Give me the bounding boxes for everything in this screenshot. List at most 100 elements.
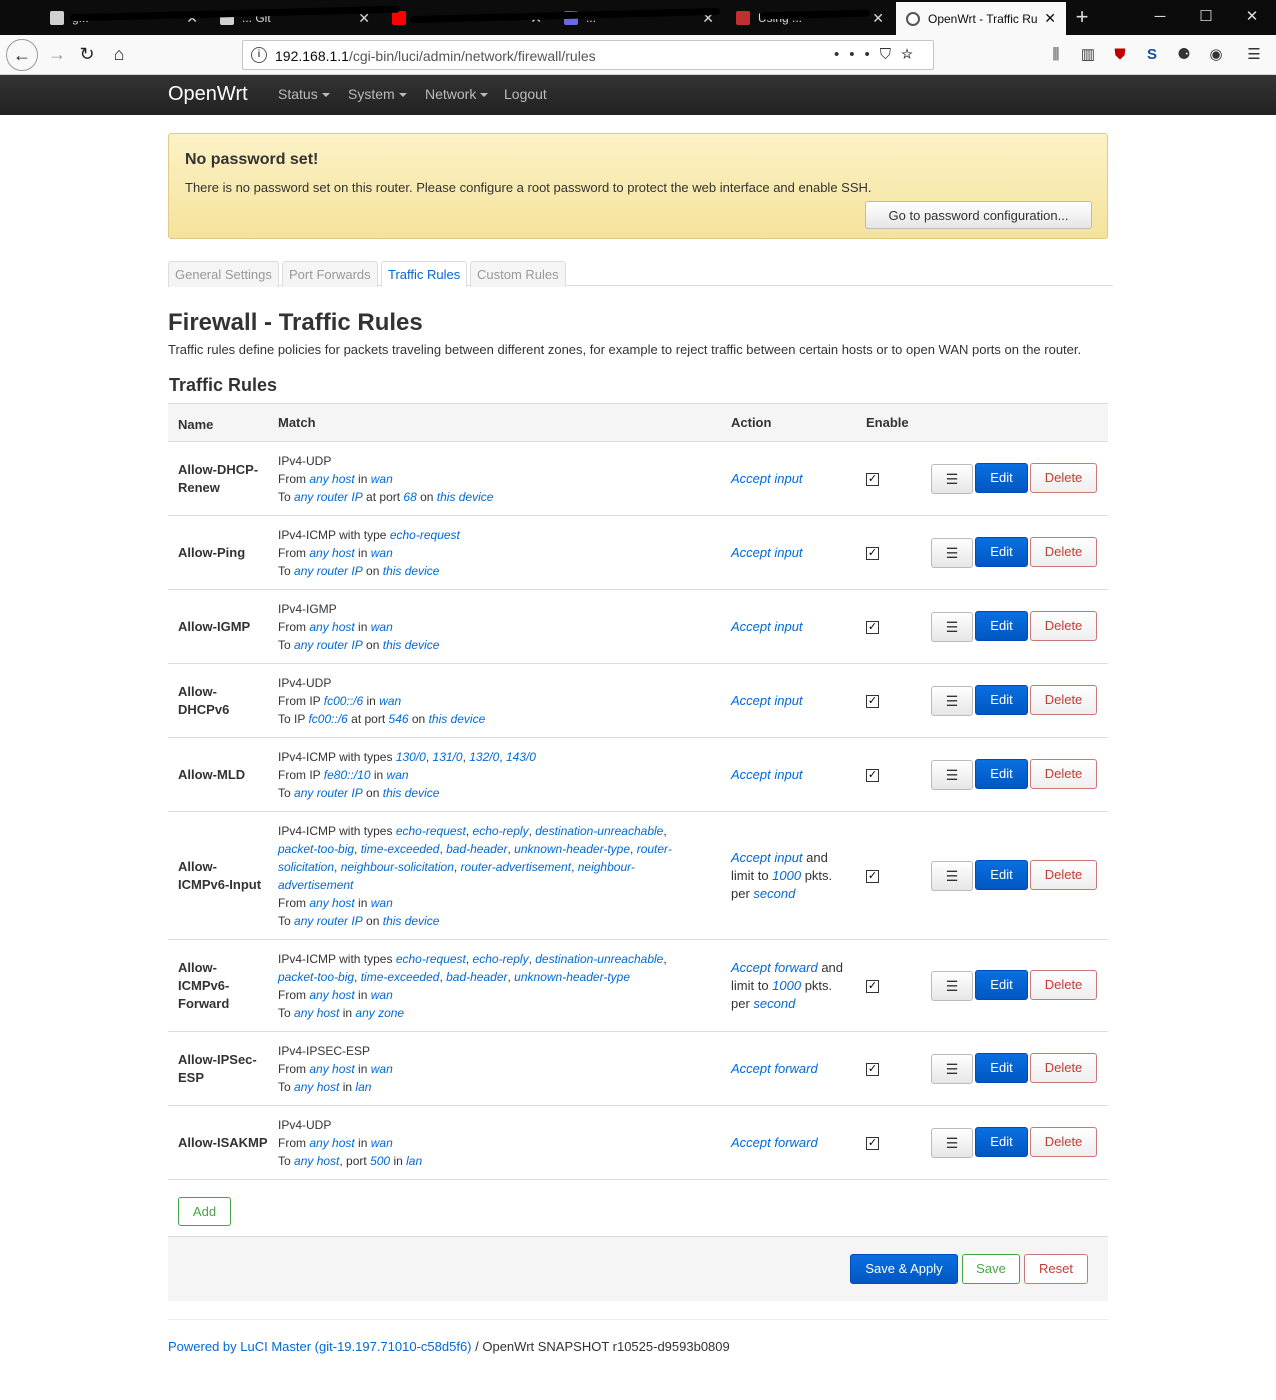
close-tab-icon[interactable]: ✕: [1044, 10, 1056, 27]
match-value-link[interactable]: wan: [371, 896, 393, 910]
enable-checkbox[interactable]: ✓: [866, 980, 879, 993]
edit-button[interactable]: Edit: [975, 685, 1028, 715]
close-window-icon[interactable]: ✕: [1229, 4, 1275, 32]
ublock-icon[interactable]: ⛊: [1110, 45, 1130, 65]
match-value-link[interactable]: 68: [403, 490, 416, 504]
sort-handle-button[interactable]: ☰: [931, 612, 973, 642]
enable-checkbox[interactable]: ✓: [866, 473, 879, 486]
match-value-link[interactable]: fc00::/6: [308, 712, 347, 726]
edit-button[interactable]: Edit: [975, 463, 1028, 493]
match-value-link[interactable]: wan: [371, 1062, 393, 1076]
sort-handle-button[interactable]: ☰: [931, 686, 973, 716]
match-value-link[interactable]: wan: [371, 1136, 393, 1150]
close-tab-icon[interactable]: ✕: [872, 10, 884, 27]
reload-icon[interactable]: ↻: [72, 40, 102, 70]
reset-button[interactable]: Reset: [1024, 1254, 1088, 1284]
minimize-icon[interactable]: ─: [1137, 4, 1183, 32]
account-icon[interactable]: ◉: [1206, 45, 1226, 65]
match-value-link[interactable]: 131/0: [433, 750, 463, 764]
action-value-link[interactable]: Accept input: [731, 693, 803, 708]
match-value-link[interactable]: wan: [371, 620, 393, 634]
sort-handle-button[interactable]: ☰: [931, 464, 973, 494]
delete-button[interactable]: Delete: [1030, 1053, 1097, 1083]
match-value-link[interactable]: echo-reply: [473, 952, 529, 966]
maximize-icon[interactable]: ☐: [1183, 4, 1229, 32]
sort-handle-button[interactable]: ☰: [931, 861, 973, 891]
enable-checkbox[interactable]: ✓: [866, 870, 879, 883]
match-value-link[interactable]: any host: [309, 1136, 354, 1150]
sort-handle-button[interactable]: ☰: [931, 538, 973, 568]
match-value-link[interactable]: lan: [406, 1154, 422, 1168]
page-actions-icons[interactable]: •••⛉☆: [834, 46, 923, 63]
match-value-link[interactable]: wan: [371, 472, 393, 486]
match-value-link[interactable]: this device: [383, 564, 440, 578]
action-value-link[interactable]: Accept forward: [731, 960, 818, 975]
match-value-link[interactable]: any router IP: [294, 914, 363, 928]
library-icon[interactable]: ⫼: [1046, 45, 1066, 65]
match-value-link[interactable]: any router IP: [294, 786, 363, 800]
edit-button[interactable]: Edit: [975, 537, 1028, 567]
action-value-link[interactable]: 1000: [772, 868, 801, 883]
edit-button[interactable]: Edit: [975, 1053, 1028, 1083]
match-value-link[interactable]: any router IP: [294, 490, 363, 504]
match-value-link[interactable]: echo-request: [396, 952, 466, 966]
match-value-link[interactable]: this device: [383, 786, 440, 800]
add-rule-button[interactable]: Add: [178, 1197, 231, 1226]
tab-port-forwards[interactable]: Port Forwards: [282, 261, 378, 287]
enable-checkbox[interactable]: ✓: [866, 1137, 879, 1150]
sort-handle-button[interactable]: ☰: [931, 971, 973, 1001]
match-value-link[interactable]: any host: [294, 1080, 339, 1094]
match-value-link[interactable]: any host: [309, 896, 354, 910]
match-value-link[interactable]: any host: [294, 1006, 339, 1020]
match-value-link[interactable]: router-advertisement: [461, 860, 572, 874]
match-value-link[interactable]: any host: [309, 1062, 354, 1076]
delete-button[interactable]: Delete: [1030, 685, 1097, 715]
menu-system[interactable]: System: [348, 86, 407, 102]
edit-button[interactable]: Edit: [975, 970, 1028, 1000]
edit-button[interactable]: Edit: [975, 759, 1028, 789]
match-value-link[interactable]: bad-header: [446, 970, 507, 984]
sidebar-icon[interactable]: ▥: [1078, 45, 1098, 65]
action-value-link[interactable]: Accept input: [731, 850, 803, 865]
action-value-link[interactable]: Accept input: [731, 471, 803, 486]
back-icon[interactable]: ←: [6, 39, 38, 71]
match-value-link[interactable]: time-exceeded: [361, 970, 440, 984]
match-value-link[interactable]: any host: [309, 988, 354, 1002]
luci-link[interactable]: Powered by LuCI Master (git-19.197.71010…: [168, 1339, 472, 1354]
match-value-link[interactable]: any router IP: [294, 564, 363, 578]
home-icon[interactable]: ⌂: [104, 40, 134, 70]
menu-logout[interactable]: Logout: [504, 86, 547, 102]
match-value-link[interactable]: this device: [383, 914, 440, 928]
match-value-link[interactable]: any host: [294, 1154, 339, 1168]
sort-handle-button[interactable]: ☰: [931, 760, 973, 790]
match-value-link[interactable]: destination-unreachable: [535, 952, 663, 966]
action-value-link[interactable]: Accept input: [731, 767, 803, 782]
match-value-link[interactable]: 500: [370, 1154, 390, 1168]
edit-button[interactable]: Edit: [975, 611, 1028, 641]
tab-custom-rules[interactable]: Custom Rules: [470, 261, 566, 287]
tab-traffic-rules[interactable]: Traffic Rules: [381, 261, 468, 287]
sort-handle-button[interactable]: ☰: [931, 1054, 973, 1084]
match-value-link[interactable]: wan: [387, 768, 409, 782]
action-value-link[interactable]: Accept forward: [731, 1135, 818, 1150]
enable-checkbox[interactable]: ✓: [866, 769, 879, 782]
site-info-icon[interactable]: i: [251, 47, 267, 63]
sort-handle-button[interactable]: ☰: [931, 1128, 973, 1158]
match-value-link[interactable]: any zone: [355, 1006, 404, 1020]
match-value-link[interactable]: echo-request: [390, 528, 460, 542]
edit-button[interactable]: Edit: [975, 860, 1028, 890]
brand-logo[interactable]: OpenWrt: [168, 83, 248, 106]
extension-icon[interactable]: ⚈: [1174, 45, 1194, 65]
forward-icon[interactable]: →: [42, 40, 72, 70]
delete-button[interactable]: Delete: [1030, 1127, 1097, 1157]
menu-icon[interactable]: ☰: [1244, 45, 1264, 65]
match-value-link[interactable]: this device: [437, 490, 494, 504]
match-value-link[interactable]: wan: [379, 694, 401, 708]
delete-button[interactable]: Delete: [1030, 759, 1097, 789]
delete-button[interactable]: Delete: [1030, 860, 1097, 890]
match-value-link[interactable]: wan: [371, 988, 393, 1002]
match-value-link[interactable]: fc00::/6: [324, 694, 363, 708]
match-value-link[interactable]: neighbour-solicitation: [341, 860, 454, 874]
action-value-link[interactable]: Accept forward: [731, 1061, 818, 1076]
match-value-link[interactable]: wan: [371, 546, 393, 560]
